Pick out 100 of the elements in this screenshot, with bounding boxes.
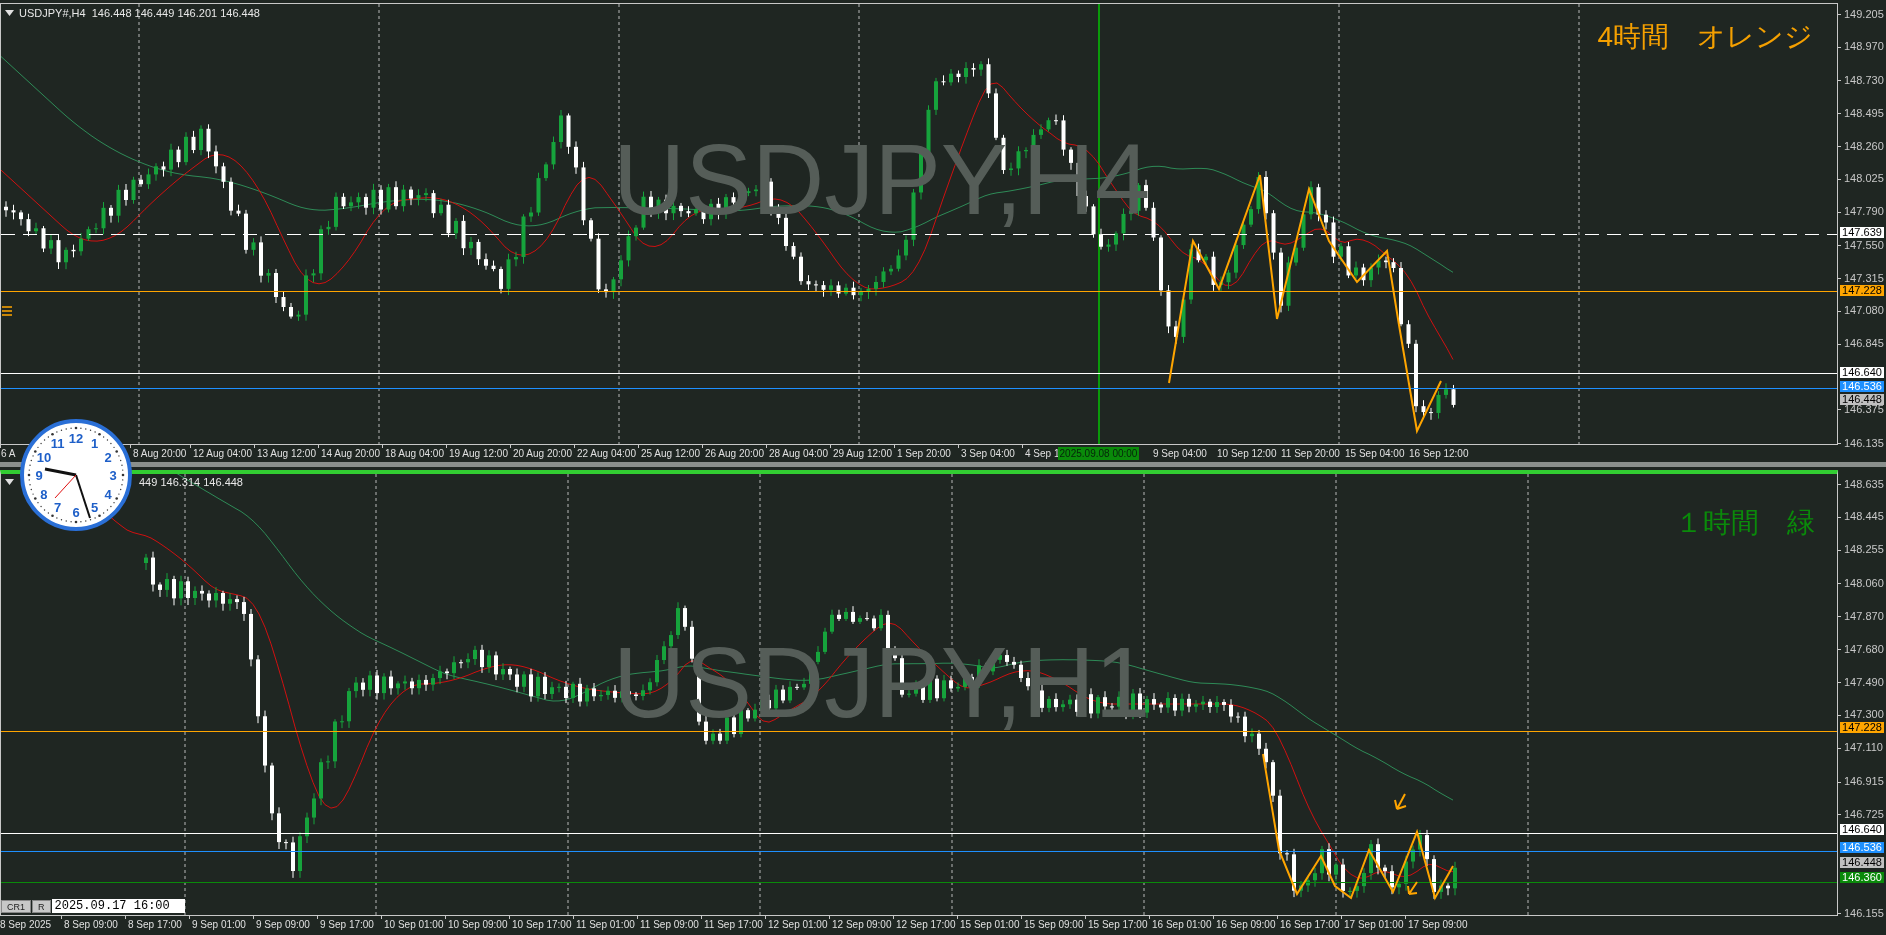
time-label: 9 Sep 17:00 — [320, 919, 374, 931]
clock-numeral: 8 — [40, 486, 48, 502]
time-label: 8 Sep 2025 — [0, 919, 52, 931]
time-label: 17 Sep 09:00 — [1408, 919, 1468, 931]
time-label: 9 Sep 09:00 — [256, 919, 310, 931]
time-label: 3 Sep 04:00 — [961, 448, 1015, 460]
price-marker: 147.228 — [1840, 284, 1884, 296]
clock-numeral: 9 — [35, 468, 43, 483]
clock-numeral: 12 — [68, 431, 84, 446]
time-label: 10 Sep 17:00 — [512, 919, 572, 931]
price-marker: 146.640 — [1840, 823, 1884, 835]
time-label: 6 A — [1, 448, 16, 460]
clock-numeral: 2 — [104, 449, 112, 465]
price-label: 147.315 — [1844, 273, 1884, 283]
time-label: 12 Sep 17:00 — [896, 919, 956, 931]
second-hand — [54, 474, 77, 499]
price-label: 147.790 — [1844, 207, 1884, 217]
price-label: 147.490 — [1844, 677, 1884, 687]
price-label: 148.445 — [1844, 512, 1884, 522]
price-label: 147.080 — [1844, 306, 1884, 316]
price-label: 148.025 — [1844, 174, 1884, 184]
price-marker: 147.228 — [1840, 721, 1884, 733]
price-label: 146.135 — [1844, 438, 1884, 448]
time-label: 19 Aug 12:00 — [449, 448, 508, 460]
price-label: 148.260 — [1844, 141, 1884, 151]
time-label: 8 Sep 17:00 — [128, 919, 182, 931]
time-label: 11 Sep 09:00 — [640, 919, 699, 931]
price-marker: 146.536 — [1840, 381, 1884, 393]
price-label: 146.725 — [1844, 809, 1884, 819]
price-marker: 146.448 — [1840, 856, 1884, 868]
arrow-icon — [1407, 881, 1418, 895]
time-label: 12 Sep 09:00 — [832, 919, 892, 931]
clock-numeral: 4 — [104, 486, 112, 502]
price-label: 146.155 — [1844, 908, 1884, 918]
arrow-icon — [1394, 793, 1407, 810]
price-label: 146.375 — [1844, 404, 1884, 414]
time-label: 12 Sep 01:00 — [768, 919, 828, 931]
collapse-icon[interactable] — [5, 10, 14, 16]
time-label: 15 Sep 01:00 — [960, 919, 1020, 931]
price-label: 147.110 — [1844, 743, 1883, 753]
time-label: 12 Aug 04:00 — [193, 448, 252, 460]
time-label: 9 Sep 01:00 — [192, 919, 246, 931]
clock-numeral: 7 — [53, 500, 62, 516]
time-field[interactable]: 2025.09.17 16:00 — [51, 899, 185, 913]
time-label: 11 Sep 20:00 — [1281, 448, 1340, 460]
time-label: 15 Sep 09:00 — [1024, 919, 1084, 931]
time-label: 8 Aug 20:00 — [133, 448, 187, 460]
price-label: 149.205 — [1844, 9, 1884, 19]
chart-button[interactable]: CR1 — [1, 899, 31, 913]
time-label: 9 Sep 04:00 — [1153, 448, 1207, 460]
price-label: 146.915 — [1844, 777, 1884, 787]
time-label: 29 Aug 12:00 — [833, 448, 892, 460]
price-label: 148.060 — [1844, 578, 1884, 588]
time-label: 10 Sep 01:00 — [384, 919, 444, 931]
time-label: 15 Sep 17:00 — [1088, 919, 1148, 931]
price-label: 148.635 — [1844, 479, 1884, 489]
time-label: 11 Sep 01:00 — [576, 919, 635, 931]
price-label: 148.970 — [1844, 42, 1884, 52]
clock-numeral: 1 — [90, 435, 99, 451]
time-label: 16 Sep 12:00 — [1409, 448, 1469, 460]
time-label: 16 Sep 01:00 — [1152, 919, 1212, 931]
price-label: 147.870 — [1844, 611, 1884, 621]
time-label: 25 Aug 12:00 — [641, 448, 700, 460]
time-label: 10 Sep 09:00 — [448, 919, 508, 931]
clock-numeral: 3 — [109, 468, 117, 483]
time-label: 10 Sep 12:00 — [1217, 448, 1277, 460]
price-marker: 146.448 — [1840, 393, 1884, 405]
chart-title: USDJPY#,H4 146.448 146.449 146.201 146.448 — [19, 7, 260, 19]
price-marker: 147.639 — [1840, 227, 1884, 239]
chart-note: 4時間 オレンジ — [1597, 20, 1813, 54]
price-label: 147.300 — [1844, 710, 1884, 720]
price-label: 148.730 — [1844, 75, 1884, 85]
time-label: 26 Aug 20:00 — [705, 448, 764, 460]
clock-numeral: 5 — [90, 500, 99, 516]
price-label: 148.495 — [1844, 108, 1884, 118]
price-label: 148.255 — [1844, 545, 1884, 555]
price-marker: 146.360 — [1840, 872, 1884, 884]
chart-note: １時間 緑 — [1675, 506, 1815, 540]
clock-numeral: 10 — [36, 449, 52, 465]
time-label: 15 Sep 04:00 — [1345, 448, 1405, 460]
clock-numeral: 11 — [50, 435, 65, 451]
chart-button[interactable]: R — [32, 899, 51, 913]
time-label: 17 Sep 01:00 — [1344, 919, 1404, 931]
time-label: 28 Aug 04:00 — [769, 448, 828, 460]
price-label: 146.845 — [1844, 339, 1884, 349]
price-marker: 146.536 — [1840, 841, 1884, 853]
time-label: 14 Aug 20:00 — [321, 448, 380, 460]
minute-hand — [75, 474, 91, 519]
time-cursor-label: 2025.09.08 00:00 — [1058, 447, 1139, 460]
price-label: 147.550 — [1844, 240, 1884, 250]
hour-hand — [44, 467, 77, 477]
time-label: 16 Sep 09:00 — [1216, 919, 1276, 931]
price-marker: 146.640 — [1840, 366, 1884, 378]
clock-numeral: 6 — [72, 505, 80, 520]
time-label: 13 Aug 12:00 — [257, 448, 316, 460]
time-label: 20 Aug 20:00 — [513, 448, 572, 460]
collapse-icon[interactable] — [5, 479, 14, 485]
lines-icon — [1, 306, 13, 316]
price-label: 147.680 — [1844, 644, 1884, 654]
chart-title: 449 146.314 146.448 — [139, 476, 243, 488]
